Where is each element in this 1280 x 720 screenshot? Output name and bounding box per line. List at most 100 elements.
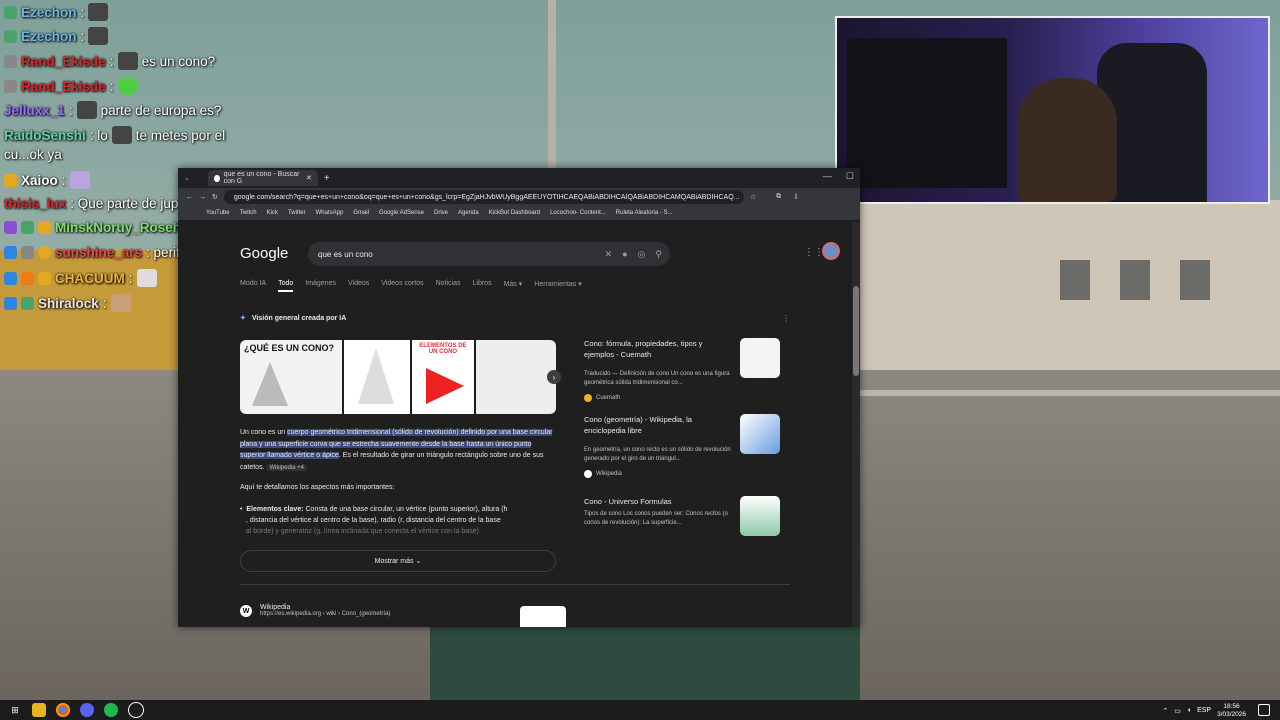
bookmark-item[interactable]: Kick — [267, 210, 278, 216]
minimize-icon[interactable]: — — [823, 171, 832, 182]
tab-noticias[interactable]: Noticias — [436, 280, 461, 292]
language-indicator[interactable]: ESP — [1197, 707, 1211, 714]
bookmark-star-icon[interactable]: ☆ — [750, 193, 756, 201]
file-explorer-icon[interactable] — [32, 703, 46, 717]
chat-message: sunshine_ars : periferia — [4, 245, 202, 260]
webcam-shelf — [847, 38, 1007, 188]
network-icon[interactable]: ▭ — [1174, 707, 1181, 715]
source-card[interactable]: Cono - Universo Formulas Tipos de cono L… — [584, 494, 784, 566]
bookmark-item[interactable]: Drive — [434, 210, 448, 216]
bookmark-item[interactable]: Gmail — [353, 210, 369, 216]
stream-background-railing — [860, 390, 1280, 396]
tab-libros[interactable]: Libros — [473, 280, 492, 292]
more-options-icon[interactable]: ⋮ — [782, 314, 790, 323]
chat-emote-icon — [76, 101, 97, 119]
chat-emote-icon — [117, 52, 138, 70]
tab-modo-ia[interactable]: Modo IA — [240, 280, 266, 292]
google-logo[interactable]: Google — [240, 245, 288, 262]
bullet-text: Consta de una base circular, un vértice … — [303, 506, 508, 513]
bookmark-item[interactable]: Twitch — [240, 210, 257, 216]
webcam-overlay — [835, 16, 1270, 204]
source-snippet: En geometría, un cono recto es un sólido… — [584, 447, 731, 462]
source-title: Cono (geometría) - Wikipedia, la enciclo… — [584, 415, 692, 435]
chrome-icon[interactable] — [56, 703, 70, 717]
bookmark-item[interactable]: Twitter — [288, 210, 306, 216]
page-scrollbar[interactable] — [852, 222, 860, 627]
ai-overview-header: ✦ Visión general creada por IA — [240, 314, 347, 323]
carousel-next-icon[interactable]: › — [547, 370, 561, 384]
source-site-name: Cuemath — [596, 395, 621, 401]
scrollbar-thumb[interactable] — [853, 286, 859, 376]
clock[interactable]: 18:56 3/03/2026 — [1217, 703, 1246, 718]
maximize-icon[interactable]: ☐ — [846, 171, 854, 182]
reload-icon[interactable]: ↻ — [212, 193, 218, 201]
chat-username: RaidoSenshi — [4, 127, 86, 143]
cone-elements-image[interactable]: ELEMENTOS DE UN CONO — [411, 340, 474, 414]
new-tab-icon[interactable]: + — [324, 173, 330, 184]
tab-herramientas[interactable]: Herramientas ▾ — [534, 280, 581, 292]
chat-message: Xaioo : — [4, 171, 90, 189]
ai-bullet: • Elementos clave: Consta de una base ci… — [240, 506, 508, 535]
lens-icon[interactable]: ◎ — [638, 249, 646, 260]
clock-time: 18:56 — [1223, 703, 1240, 710]
google-favicon-icon — [213, 174, 220, 182]
search-query: que es un cono — [318, 249, 373, 259]
bookmarks-bar: YouTube Twitch Kick Twitter WhatsApp Gma… — [178, 206, 860, 220]
cone-text-image[interactable] — [475, 340, 557, 414]
wikipedia-favicon-icon: W — [240, 605, 252, 617]
tab-search-icon[interactable]: ⌄ — [184, 174, 190, 182]
search-icons: ✕ ● ◎ ⚲ — [605, 249, 662, 260]
mic-icon[interactable]: ● — [622, 249, 627, 260]
forward-icon[interactable]: → — [199, 194, 206, 201]
cone-shape — [358, 348, 395, 404]
source-site-name: Wikipedia — [596, 471, 623, 477]
cone-diagram-image[interactable] — [344, 340, 410, 414]
chat-badge-icon — [4, 5, 17, 19]
downloads-icon[interactable]: ⇩ — [793, 193, 799, 201]
tab-close-icon[interactable]: ✕ — [306, 174, 312, 182]
discord-icon[interactable] — [80, 703, 94, 717]
search-input[interactable]: que es un cono ✕ ● ◎ ⚲ — [308, 242, 670, 266]
avatar[interactable] — [822, 242, 840, 260]
search-result[interactable]: Wikipedia https://es.wikipedia.org › wik… — [260, 604, 390, 617]
tab-videos-cortos[interactable]: Videos cortos — [381, 280, 423, 292]
spotify-icon[interactable] — [104, 703, 118, 717]
tray-chevron-icon[interactable]: ⌃ — [1162, 707, 1168, 715]
source-card[interactable]: Cono (geometría) - Wikipedia, la enciclo… — [584, 412, 784, 484]
browser-window: ⌄ que es un cono - Buscar con G ✕ + — ☐ … — [178, 168, 860, 627]
bookmark-item[interactable]: Google AdSense — [379, 210, 424, 216]
bookmark-item[interactable]: YouTube — [206, 210, 230, 216]
obs-icon[interactable] — [128, 702, 144, 718]
ai-overview-title: Visión general creada por IA — [251, 314, 347, 322]
tab-todo[interactable]: Todo — [278, 280, 294, 292]
bookmark-item[interactable]: KickBot Dashboard — [489, 210, 540, 216]
clear-icon[interactable]: ✕ — [605, 249, 613, 260]
search-icon[interactable]: ⚲ — [655, 249, 662, 260]
tab-videos[interactable]: Videos — [348, 280, 369, 292]
tab-imagenes[interactable]: Imágenes — [305, 280, 336, 292]
chat-emote-icon — [69, 171, 90, 189]
chat-badge-icon — [21, 296, 34, 310]
source-card[interactable]: Cono: fórmula, propiedades, tipos y ejem… — [584, 336, 784, 408]
apps-grid-icon[interactable]: ⋮⋮ — [804, 247, 824, 258]
windows-start-icon[interactable]: ⊞ — [8, 703, 22, 717]
bookmark-item[interactable]: Agenda — [458, 210, 479, 216]
bookmark-item[interactable]: Locochon- Content... — [550, 210, 606, 216]
source-snippet: Tipos de cono Los conos pueden ser: Cono… — [584, 511, 728, 526]
stream-background-house — [860, 200, 1280, 370]
show-more-button[interactable]: Mostrar más ⌄ — [240, 550, 556, 572]
chat-message: Shiralock : — [4, 294, 131, 312]
address-bar[interactable]: google.com/search?q=que+es+un+cono&oq=qu… — [223, 190, 744, 204]
volume-icon[interactable]: ◖ — [1187, 707, 1191, 714]
chat-badge-icon — [38, 246, 51, 259]
extensions-icon[interactable]: ⧉ — [776, 193, 781, 201]
bookmark-item[interactable]: Ruleta Aleatoria - S... — [616, 210, 673, 216]
browser-tab[interactable]: que es un cono - Buscar con G ✕ — [207, 170, 318, 186]
notification-icon[interactable] — [1258, 704, 1270, 716]
back-icon[interactable]: ← — [186, 194, 193, 201]
chat-username: Rand_Ekisde — [21, 53, 106, 69]
source-chip[interactable]: Wikipedia +4 — [266, 464, 307, 471]
cone-image[interactable]: ¿QUÉ ES UN CONO? — [240, 340, 343, 414]
tab-mas[interactable]: Más ▾ — [504, 280, 523, 292]
bookmark-item[interactable]: WhatsApp — [316, 210, 344, 216]
